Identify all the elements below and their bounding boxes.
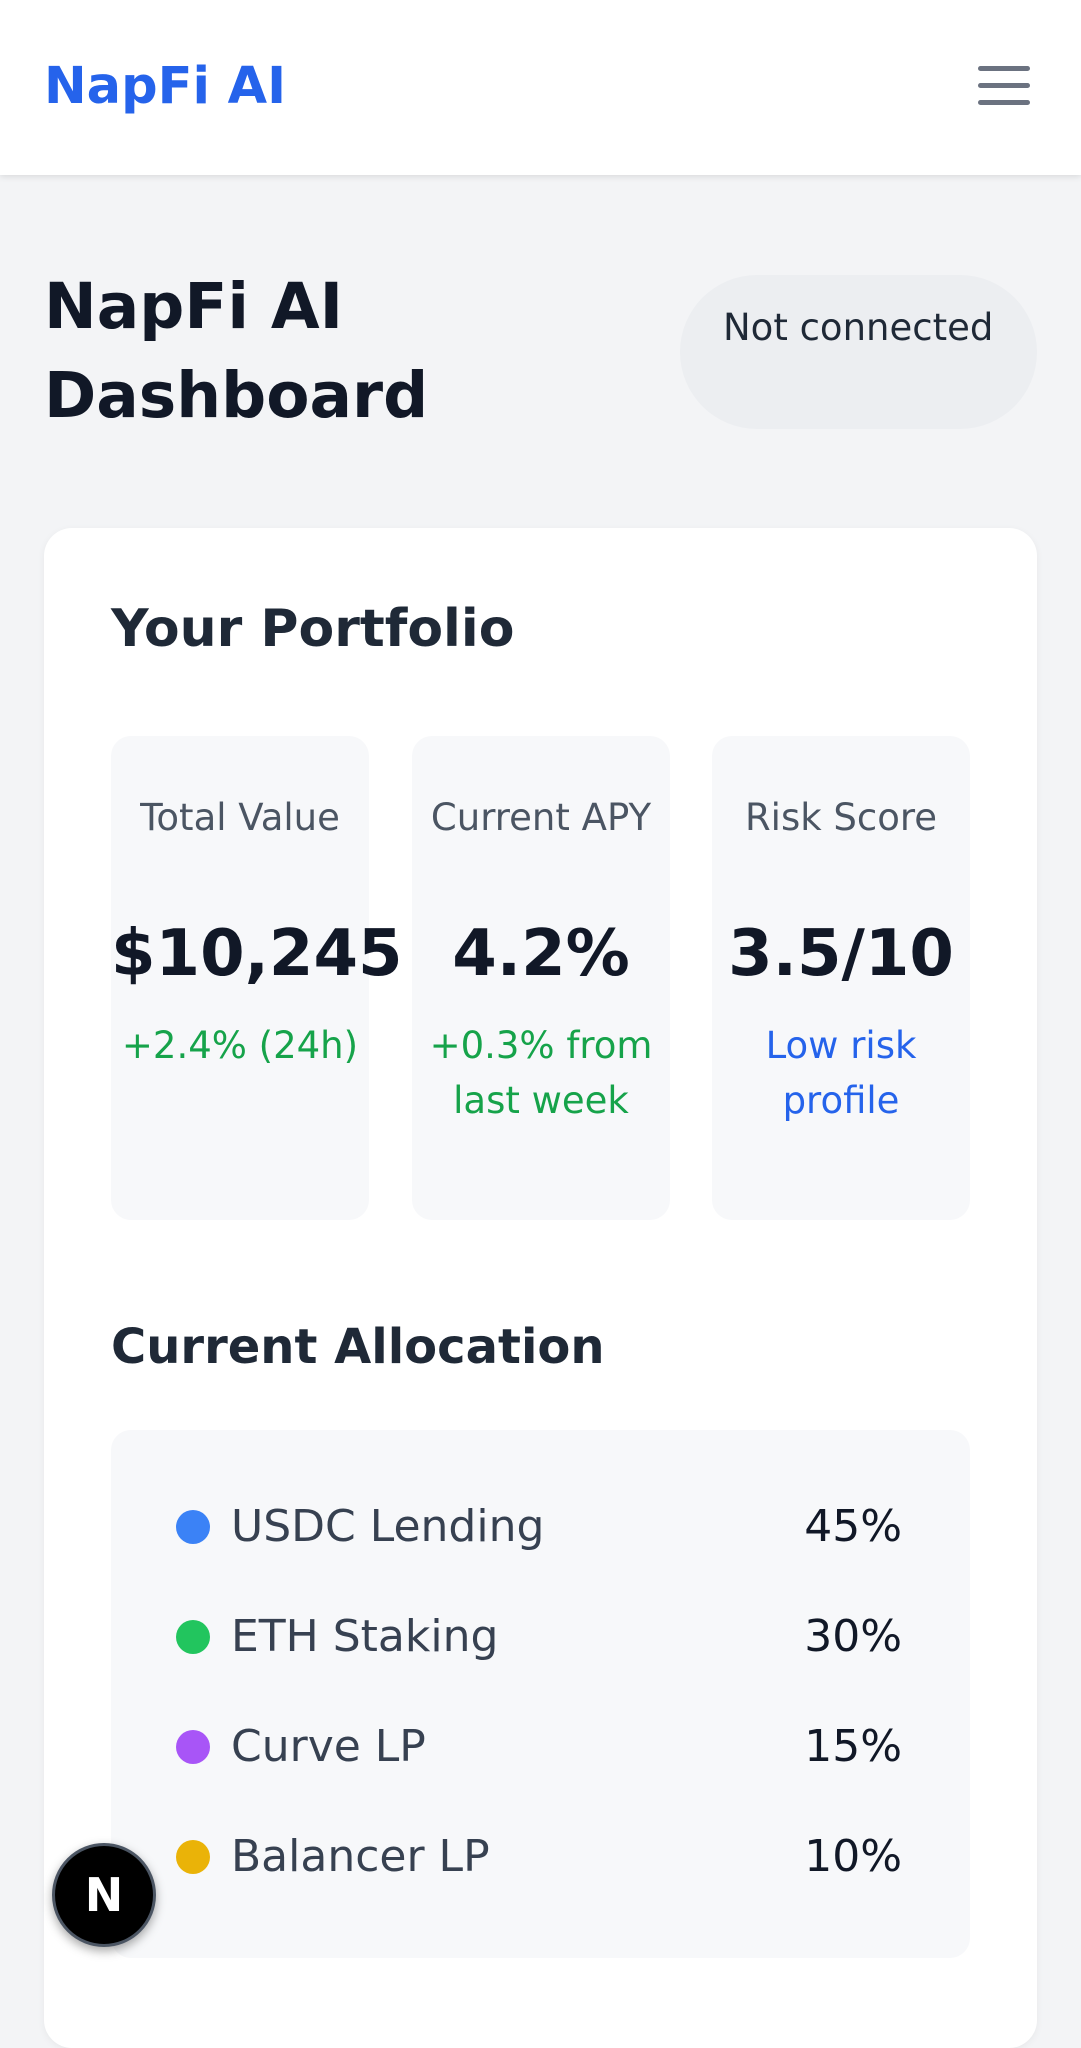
allocation-color-dot [176,1510,210,1544]
stat-label: Total Value [140,796,340,839]
allocation-item-curve-lp: Curve LP 15% [111,1712,970,1782]
allocation-percent: 45% [804,1501,902,1552]
allocation-item-eth-staking: ETH Staking 30% [111,1602,970,1672]
allocation-name: ETH Staking [231,1611,499,1662]
allocation-name: Curve LP [231,1721,426,1772]
stat-risk-profile: Low risk profile [765,1024,917,1122]
top-navbar: NapFi AI [0,0,1081,175]
portfolio-card: Your Portfolio Total Value $10,245 +2.4%… [44,528,1037,2048]
allocation-list: USDC Lending 45% ETH Staking 30% Curve L… [111,1430,970,1958]
stat-value: 3.5/10 [728,917,954,991]
stat-current-apy: Current APY 4.2% +0.3% from last week [412,736,670,1220]
brand-logo-text[interactable]: NapFi AI [44,52,286,122]
page-title: NapFi AI Dashboard [44,270,429,432]
menu-bar-middle [978,83,1030,88]
stat-risk-score: Risk Score 3.5/10 Low risk profile [712,736,970,1220]
allocation-percent: 10% [804,1831,902,1882]
stat-change: +2.4% (24h) [121,1024,359,1067]
hamburger-menu-icon[interactable] [978,64,1030,108]
allocation-item-usdc-lending: USDC Lending 45% [111,1492,970,1562]
stat-value: $10,245 [111,917,403,991]
menu-bar-top [978,66,1030,71]
stat-total-value: Total Value $10,245 +2.4% (24h) [111,736,403,1220]
allocation-name: USDC Lending [231,1501,545,1552]
allocation-name: Balancer LP [231,1831,490,1882]
stat-value: 4.2% [452,917,630,991]
connection-status-badge[interactable]: Not connected [680,275,1037,429]
allocation-percent: 30% [804,1611,902,1662]
allocation-color-dot [176,1730,210,1764]
stat-label: Current APY [430,796,652,839]
stat-change: +0.3% from last week [429,1024,653,1122]
allocation-color-dot [176,1620,210,1654]
portfolio-title: Your Portfolio [111,599,515,659]
stat-label: Risk Score [744,796,938,839]
allocation-item-balancer-lp: Balancer LP 10% [111,1822,970,1892]
allocation-color-dot [176,1840,210,1874]
nextjs-logo-icon[interactable]: N [52,1843,156,1947]
allocation-title: Current Allocation [111,1319,605,1375]
menu-bar-bottom [978,100,1030,105]
allocation-percent: 15% [804,1721,902,1772]
